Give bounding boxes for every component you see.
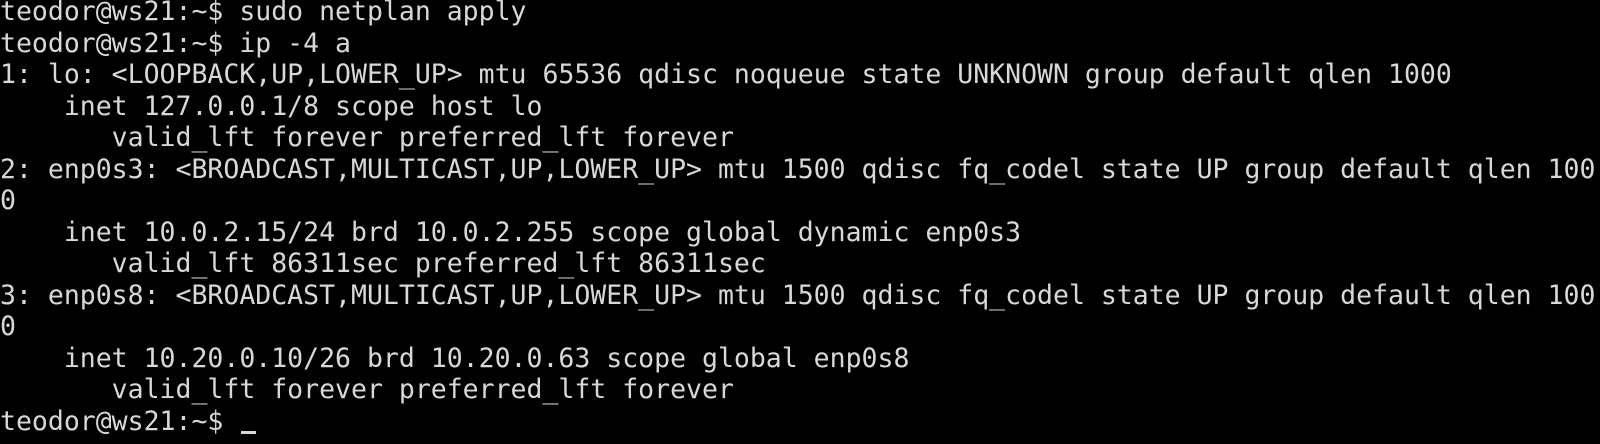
terminal-line: 1: lo: <LOOPBACK,UP,LOWER_UP> mtu 65536 … bbox=[0, 59, 1452, 90]
terminal-window[interactable]: teodor@ws21:~$ sudo netplan apply teodor… bbox=[0, 0, 1600, 444]
terminal-line: 2: enp0s3: <BROADCAST,MULTICAST,UP,LOWER… bbox=[0, 153, 1596, 185]
terminal-line: 0 bbox=[0, 185, 16, 216]
terminal-line: valid_lft forever preferred_lft forever bbox=[0, 374, 734, 405]
terminal-line: teodor@ws21:~$ ip -4 a bbox=[0, 27, 351, 59]
command-prompt-line[interactable]: teodor@ws21:~$ bbox=[0, 406, 1600, 438]
terminal-line: valid_lft 86311sec preferred_lft 86311se… bbox=[0, 248, 766, 279]
text-cursor bbox=[241, 430, 257, 434]
terminal-line: inet 10.20.0.10/26 brd 10.20.0.63 scope … bbox=[0, 342, 910, 374]
terminal-line: teodor@ws21:~$ sudo netplan apply bbox=[0, 0, 527, 27]
terminal-line: 0 bbox=[0, 311, 16, 342]
terminal-output: teodor@ws21:~$ sudo netplan apply teodor… bbox=[0, 0, 1600, 437]
terminal-line: inet 127.0.0.1/8 scope host lo bbox=[0, 90, 543, 122]
command-prompt: teodor@ws21:~$ bbox=[0, 405, 240, 437]
terminal-line: valid_lft forever preferred_lft forever bbox=[0, 122, 734, 153]
terminal-line: inet 10.0.2.15/24 brd 10.0.2.255 scope g… bbox=[0, 216, 1022, 248]
terminal-line: 3: enp0s8: <BROADCAST,MULTICAST,UP,LOWER… bbox=[0, 279, 1596, 311]
